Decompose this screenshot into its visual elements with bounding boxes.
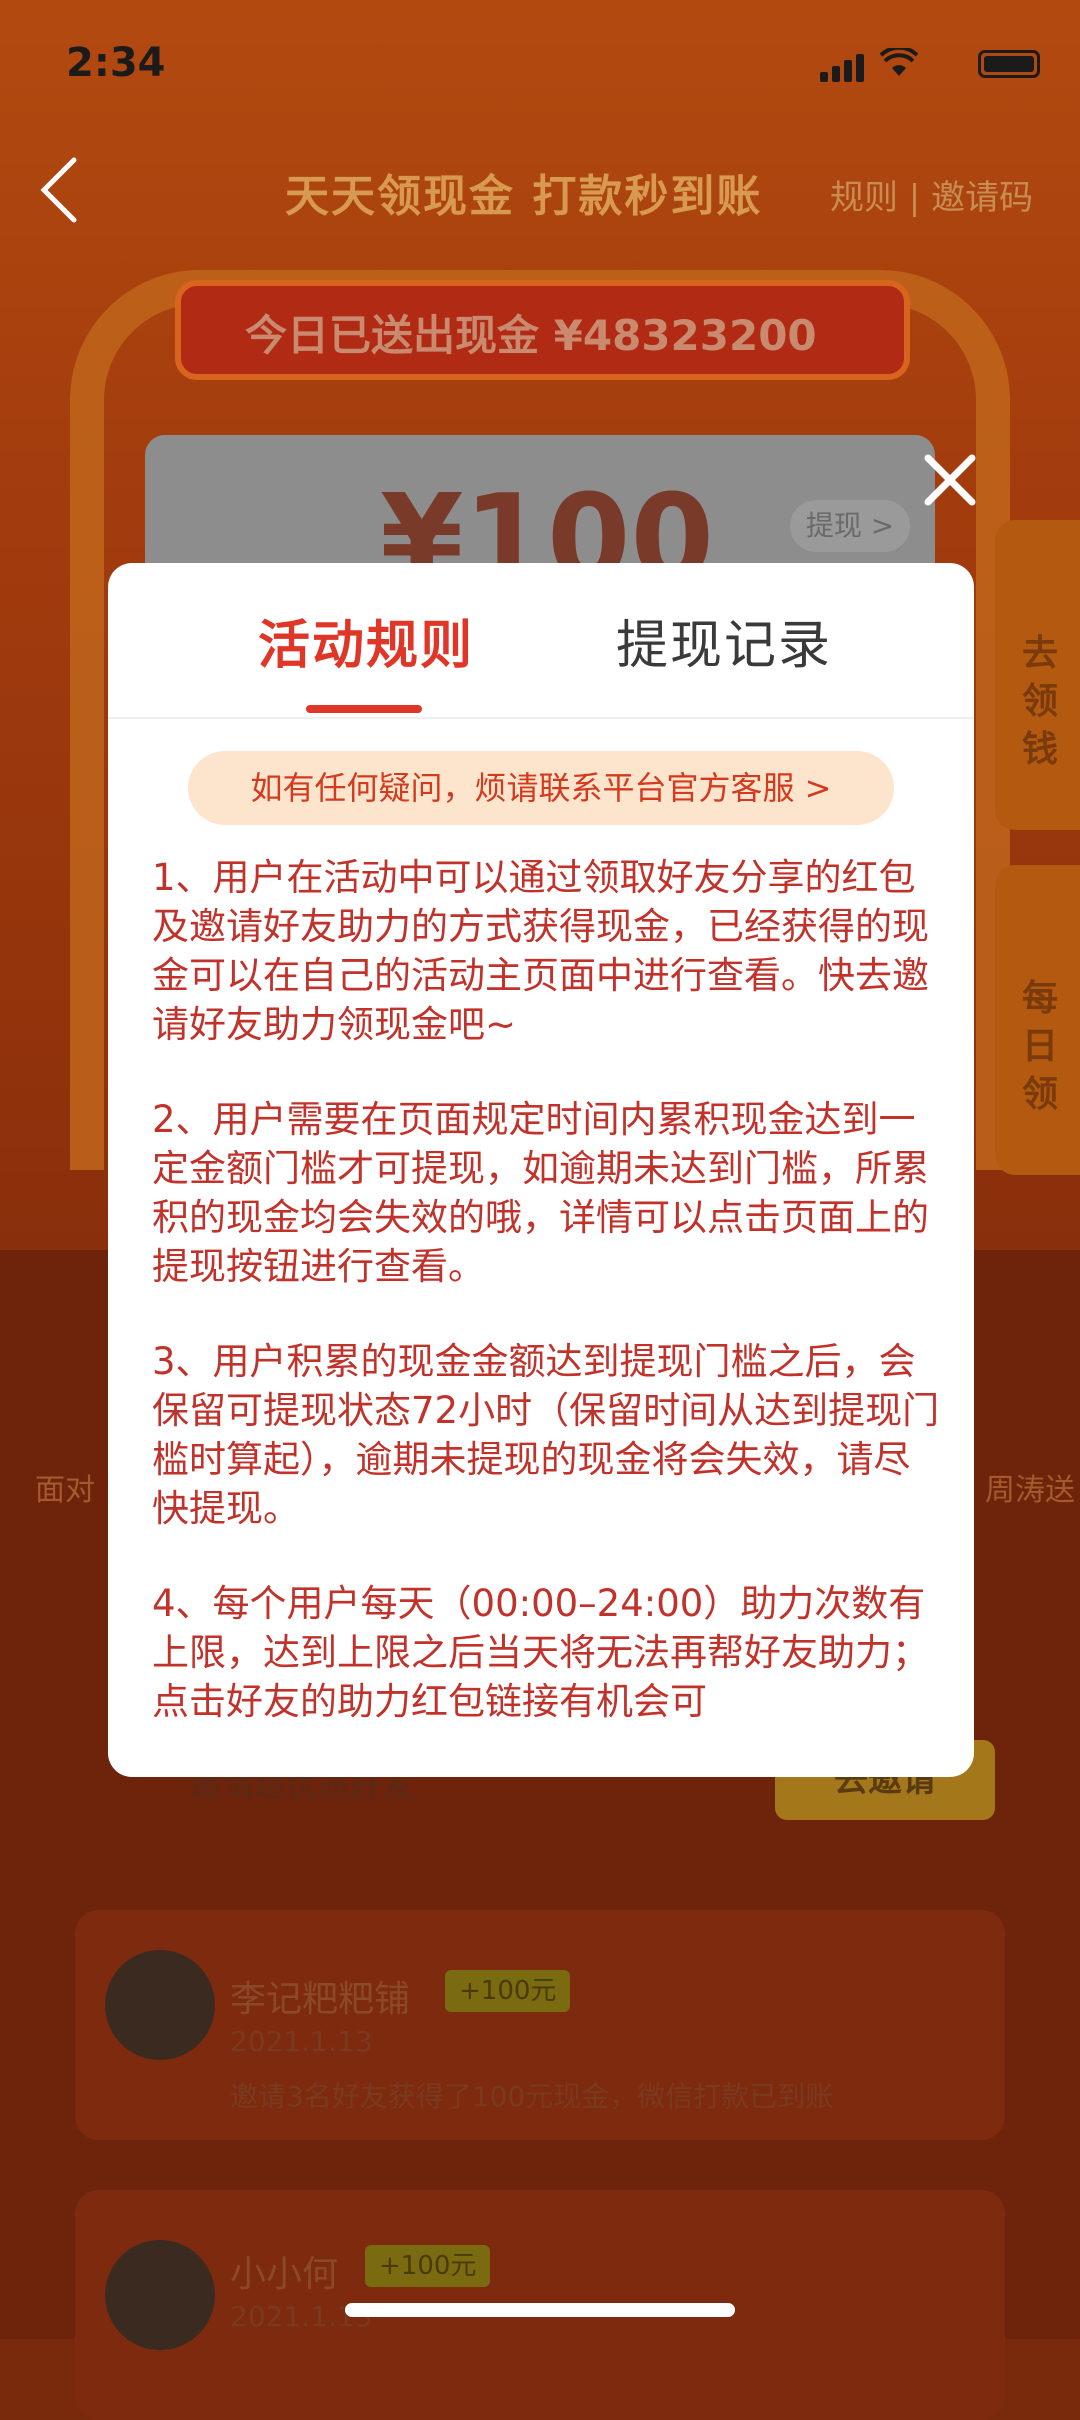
reward-badge: +100元	[365, 2245, 491, 2287]
feed-message: 邀请3名好友获得了100元现金，微信打款已到账	[230, 2080, 834, 2113]
back-icon[interactable]	[30, 150, 90, 230]
rule-paragraph: 3、用户积累的现金金额达到提现门槛之后，会保留可提现状态72小时（保留时间从达到…	[152, 1340, 940, 1530]
home-indicator[interactable]	[345, 2303, 735, 2317]
feed-date: 2021.1.13	[230, 2025, 373, 2058]
side-tab-get-money[interactable]: 去领钱	[995, 520, 1080, 830]
bg-label-right: 周涛送	[985, 1473, 1075, 1508]
rule-paragraph: 4、每个用户每天（00:00–24:00）助力次数有上限，达到上限之后当天将无法…	[152, 1582, 929, 1723]
feed-name: 小小何	[230, 2254, 339, 2295]
feed-name: 李记粑粑铺	[230, 1979, 411, 2020]
side-tab-daily[interactable]: 每日领	[995, 865, 1080, 1175]
side-tab-label: 去领钱	[1021, 633, 1058, 770]
bg-label-left: 面对	[35, 1473, 95, 1508]
tab-activity-rules[interactable]: 活动规则	[258, 603, 474, 678]
avatar	[105, 2240, 215, 2350]
reward-badge: +100元	[445, 1970, 571, 2012]
withdraw-button[interactable]: 提现 >	[790, 500, 910, 552]
cash-banner-text: 今日已送出现金 ¥48323200	[245, 311, 817, 360]
rule-paragraph: 2、用户需要在页面规定时间内累积现金达到一定金额门槛才可提现，如逾期未达到门槛，…	[152, 1098, 929, 1288]
signal-icon	[832, 66, 840, 82]
wifi-icon	[880, 48, 918, 76]
status-time: 2:34	[66, 40, 166, 86]
signal-icon	[856, 54, 864, 82]
signal-icon	[820, 72, 828, 82]
status-icons	[820, 48, 1040, 82]
rules-invite-link[interactable]: 规则 | 邀请码	[830, 170, 1033, 219]
avatar	[105, 1950, 215, 2060]
tab-divider	[108, 717, 974, 719]
active-tab-indicator	[306, 705, 422, 713]
rules-modal: 活动规则 提现记录 如有任何疑问，烦请联系平台官方客服 > 1、用户在活动中可以…	[108, 563, 974, 1777]
tab-withdraw-records[interactable]: 提现记录	[616, 603, 832, 678]
battery-icon	[978, 50, 1040, 78]
close-icon[interactable]	[920, 450, 980, 510]
signal-icon	[844, 60, 852, 82]
feed-item: 李记粑粑铺 +100元 2021.1.13 邀请3名好友获得了100元现金，微信…	[75, 1910, 1005, 2140]
contact-support-link[interactable]: 如有任何疑问，烦请联系平台官方客服 >	[188, 751, 894, 825]
rules-body: 1、用户在活动中可以通过领取好友分享的红包及邀请好友助力的方式获得现金，已经获得…	[152, 853, 942, 1772]
side-tab-label: 每日领	[1021, 978, 1058, 1115]
page-title: 天天领现金 打款秒到账	[285, 171, 763, 222]
rule-paragraph: 1、用户在活动中可以通过领取好友分享的红包及邀请好友助力的方式获得现金，已经获得…	[152, 856, 929, 1046]
